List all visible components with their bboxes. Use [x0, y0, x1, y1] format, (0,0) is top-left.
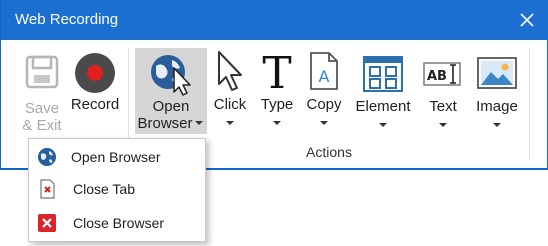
window-title: Web Recording	[15, 11, 119, 28]
title-bar: Web Recording	[1, 0, 548, 40]
save-exit-button[interactable]: Save & Exit	[15, 48, 69, 138]
globe-icon	[38, 148, 56, 166]
chevron-down-icon	[226, 121, 234, 125]
svg-text:T: T	[262, 50, 291, 92]
click-label: Click	[213, 96, 247, 113]
close-tab-icon	[40, 179, 55, 199]
click-action-button[interactable]: Click	[209, 48, 251, 134]
menu-item-close-tab[interactable]: Close Tab	[29, 173, 205, 205]
record-button[interactable]: Record	[67, 48, 123, 138]
type-action-button[interactable]: T Type	[255, 48, 299, 134]
chevron-down-icon	[493, 123, 501, 127]
menu-item-label: Close Tab	[73, 181, 136, 197]
copy-action-button[interactable]: A Copy	[301, 48, 347, 134]
cursor-icon	[218, 51, 242, 91]
save-exit-label-line1: Save	[24, 100, 60, 117]
menu-item-open-browser[interactable]: Open Browser	[29, 141, 205, 173]
close-window-button[interactable]	[515, 8, 539, 32]
copy-label: Copy	[306, 96, 342, 113]
image-action-button[interactable]: Image	[471, 48, 523, 134]
open-browser-dropdown-button[interactable]: Open Browser	[135, 48, 207, 134]
svg-text:AB: AB	[427, 69, 447, 84]
open-browser-label-line1: Open	[152, 98, 190, 115]
chevron-down-icon	[439, 123, 447, 127]
copy-document-icon: A	[310, 52, 338, 90]
element-label: Element	[355, 98, 411, 115]
element-action-button[interactable]: Element	[351, 48, 415, 134]
menu-item-label: Close Browser	[73, 215, 165, 231]
text-label: Text	[429, 98, 457, 115]
type-label: Type	[260, 96, 294, 113]
globe-cursor-icon	[151, 55, 191, 96]
save-icon	[25, 55, 59, 89]
chevron-down-icon	[273, 121, 281, 125]
actions-group-label: Actions	[306, 144, 352, 160]
close-icon	[520, 13, 534, 27]
chevron-down-icon	[195, 121, 203, 125]
text-select-icon: AB	[423, 62, 461, 86]
open-browser-dropdown-menu: Open Browser Close Tab Close Browser	[28, 138, 206, 242]
record-label: Record	[70, 96, 120, 113]
image-picture-icon	[477, 57, 517, 89]
menu-item-label: Open Browser	[71, 149, 161, 165]
image-label: Image	[476, 98, 518, 115]
close-browser-icon	[38, 214, 56, 232]
text-action-button[interactable]: AB Text	[419, 48, 467, 134]
chevron-down-icon	[320, 121, 328, 125]
element-grid-icon	[363, 56, 403, 92]
type-text-icon: T	[262, 50, 291, 92]
svg-text:A: A	[319, 67, 330, 86]
record-icon	[75, 53, 115, 93]
toolbar-right-separator	[529, 48, 530, 160]
menu-item-close-browser[interactable]: Close Browser	[29, 207, 205, 239]
save-exit-label-line2: & Exit	[22, 117, 62, 134]
chevron-down-icon	[379, 123, 387, 127]
